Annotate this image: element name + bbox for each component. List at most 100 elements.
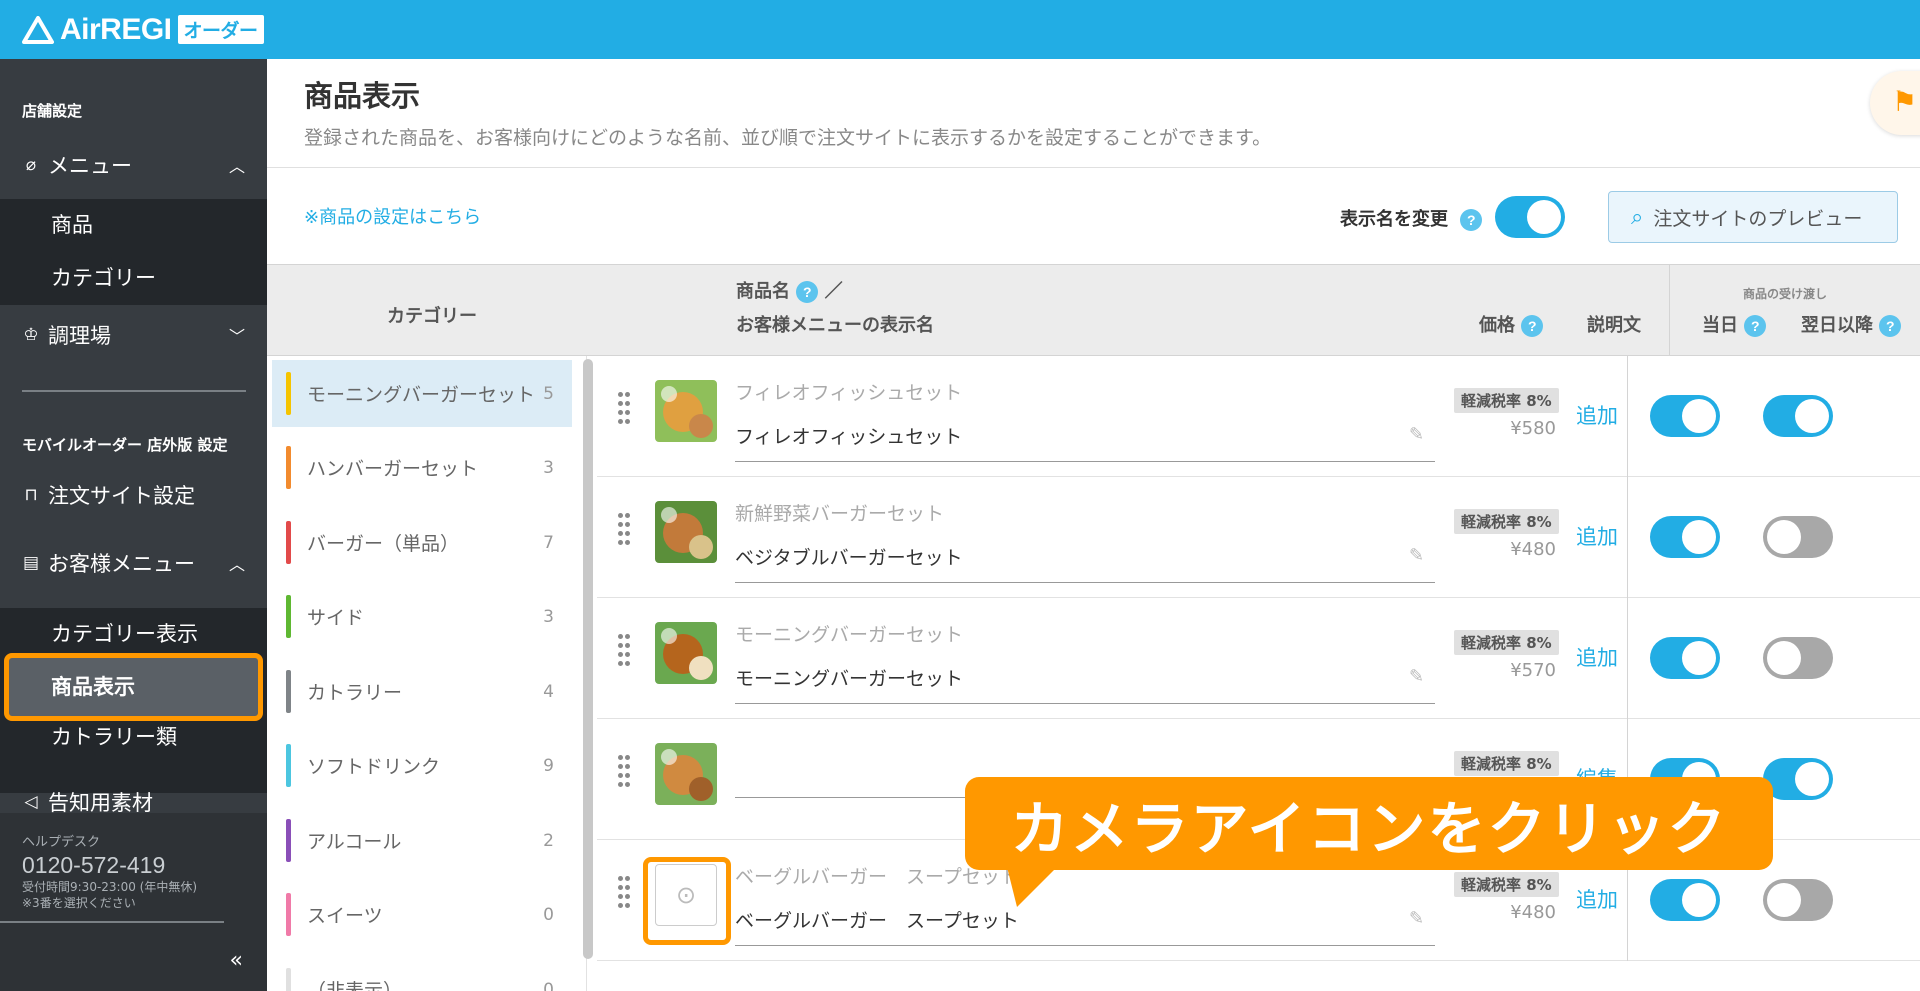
tax-badge: 軽減税率 8% [1454,751,1559,776]
pencil-icon[interactable]: ✎ [1409,908,1424,929]
category-item[interactable]: スイーツ 0 [272,881,572,948]
column-header-today: 当日 ? [1702,311,1767,337]
sidebar-item-kitchen[interactable]: ♔ 調理場 ﹀ [0,315,267,355]
category-scrollbar[interactable] [583,359,593,959]
drag-handle-icon[interactable] [617,632,631,686]
nextday-toggle[interactable] [1763,516,1833,558]
category-item[interactable]: カトラリー 4 [272,658,572,725]
sidebar-item-customer-menu[interactable]: ▤ お客様メニュー ︿ [0,543,267,583]
preview-button[interactable]: ⌕ 注文サイトのプレビュー [1608,191,1898,243]
category-name: （非表示） [307,980,403,991]
category-item[interactable]: バーガー（単品） 7 [272,509,572,576]
tax-badge: 軽減税率 8% [1454,872,1559,897]
description-action-link[interactable]: 追加 [1576,400,1618,430]
help-icon[interactable]: ? [796,281,819,303]
app-logo[interactable]: AirREGI オーダー [22,13,264,47]
category-item[interactable]: ソフトドリンク 9 [272,732,572,799]
category-color-bar [286,372,291,415]
product-price: ¥580 [1510,418,1556,439]
category-count: 7 [543,532,554,553]
page-description: 登録された商品を、お客様向けにどのような名前、並び順で注文サイトに表示するかを設… [304,127,1272,149]
column-header-display-name: お客様メニューの表示名 [736,315,934,336]
drag-handle-icon[interactable] [617,390,631,444]
collapse-sidebar-icon[interactable]: « [230,948,243,973]
pencil-icon[interactable]: ✎ [1409,545,1424,566]
category-item[interactable]: アルコール 2 [272,807,572,874]
sidebar: 店舗設定 ⌀ メニュー ︿ 商品 カテゴリー ♔ 調理場 ﹀ モバイルオーダー … [0,59,267,991]
product-settings-link[interactable]: ※商品の設定はこちら [304,203,481,229]
nextday-toggle[interactable] [1763,637,1833,679]
description-action-link[interactable]: 追加 [1576,642,1618,672]
pencil-icon[interactable]: ✎ [1409,424,1424,445]
column-header-separator: ／ [824,281,843,302]
product-display-name-input[interactable]: フィレオフィッシュセット [735,422,1435,462]
flag-button[interactable]: ⚑ [1870,71,1920,135]
display-name-label-text: 表示名を変更 [1340,209,1448,230]
sidebar-submenu-menu: 商品 カテゴリー [0,199,267,305]
nextday-toggle[interactable] [1763,879,1833,921]
help-icon[interactable]: ? [1460,209,1483,231]
category-color-bar [286,595,291,638]
product-thumbnail[interactable] [655,743,717,805]
column-divider [1627,477,1628,598]
category-list: モーニングバーガーセット 5 ハンバーガーセット 3 バーガー（単品） 7 サイド 3 … [267,356,587,991]
column-divider [1627,356,1628,477]
pencil-icon[interactable]: ✎ [1409,666,1424,687]
sidebar-item-order-site[interactable]: ⊓ 注文サイト設定 [0,475,267,515]
category-count: 0 [543,904,554,925]
today-toggle[interactable] [1650,395,1720,437]
column-header-category: カテゴリー [387,306,477,327]
helpdesk-hours: 受付時間9:30-23:00 (年中無休) [22,880,198,894]
today-toggle[interactable] [1650,516,1720,558]
description-action-link[interactable]: 追加 [1576,884,1618,914]
display-name-toggle[interactable] [1495,196,1565,238]
category-color-bar [286,670,291,713]
product-price: ¥480 [1510,902,1556,923]
sidebar-item-products[interactable]: 商品 [0,199,267,252]
help-icon[interactable]: ? [1521,315,1544,337]
category-name: バーガー（単品） [307,533,460,555]
category-item[interactable]: サイド 3 [272,583,572,650]
helpdesk-title: ヘルプデスク [22,835,101,850]
help-icon[interactable]: ? [1879,315,1902,337]
sidebar-item-label: 注文サイト設定 [48,484,195,508]
sidebar-item-cutlery[interactable]: カトラリー類 [0,711,267,764]
product-display-name-input[interactable]: ベーグルバーガー スープセット [735,906,1435,946]
nextday-toggle[interactable] [1763,395,1833,437]
product-original-name: フィレオフィッシュセット [735,382,963,404]
product-thumbnail[interactable] [655,501,717,563]
column-header-nextday-text: 翌日以降 [1801,315,1873,336]
product-display-name-input[interactable]: モーニングバーガーセット [735,664,1435,704]
category-color-bar [286,968,291,991]
drag-handle-icon[interactable] [617,874,631,928]
tax-badge: 軽減税率 8% [1454,388,1559,413]
product-thumbnail[interactable] [655,380,717,442]
chevron-up-icon: ︿ [228,555,245,574]
table-row: フィレオフィッシュセット フィレオフィッシュセット ✎ 軽減税率 8% ¥580… [597,356,1920,477]
food-photo-icon [655,380,717,442]
sidebar-item-menu[interactable]: ⌀ メニュー ︿ [0,145,267,185]
product-display-name-input[interactable]: ベジタブルバーガーセット [735,543,1435,583]
tag-icon: ⌀ [25,155,37,175]
sidebar-item-categories[interactable]: カテゴリー [0,252,267,305]
product-thumbnail[interactable] [655,622,717,684]
food-photo-icon [655,622,717,684]
category-name: スイーツ [307,905,383,927]
column-header-name-text: 商品名 [736,281,790,302]
nextday-toggle[interactable] [1763,758,1833,800]
sidebar-section-store: 店舗設定 [22,102,83,120]
drag-handle-icon[interactable] [617,753,631,807]
category-item[interactable]: ハンバーガーセット 3 [272,434,572,501]
description-action-link[interactable]: 追加 [1576,521,1618,551]
help-icon[interactable]: ? [1744,315,1767,337]
today-toggle[interactable] [1650,637,1720,679]
chevron-down-icon: ﹀ [228,327,245,346]
today-toggle[interactable] [1650,879,1720,921]
column-header-description: 説明文 [1587,315,1641,336]
helpdesk-tel[interactable]: 0120-572-419 [22,852,245,879]
callout-tail [1007,867,1057,907]
category-item[interactable]: モーニングバーガーセット 5 [272,360,572,427]
category-color-bar [286,521,291,564]
drag-handle-icon[interactable] [617,511,631,565]
category-item[interactable]: （非表示） 0 [272,956,572,991]
